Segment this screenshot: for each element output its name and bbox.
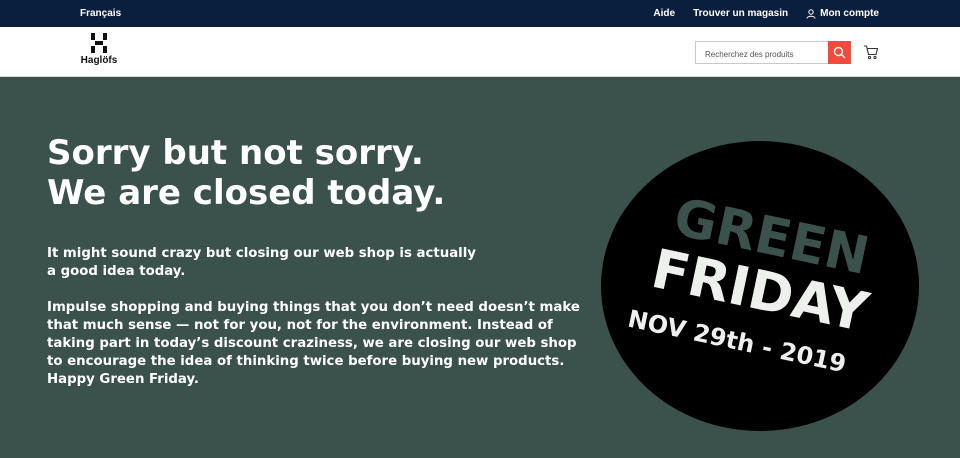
headline-line-1: Sorry but not sorry. [47, 133, 424, 173]
top-utility-bar: Français Aide Trouver un magasin Mon com… [0, 0, 960, 27]
find-store-link[interactable]: Trouver un magasin [693, 8, 788, 19]
main-header: Haglöfs [0, 27, 960, 77]
hero-headline: Sorry but not sorry. We are closed today… [47, 133, 445, 213]
headline-line-2: We are closed today. [47, 173, 446, 213]
account-link[interactable]: Mon compte [806, 8, 879, 19]
account-label: Mon compte [820, 8, 879, 19]
badge-graphic: GREEN FRIDAY NOV 29th - 2019 [625, 187, 874, 378]
haglofs-logo-icon [91, 33, 107, 53]
search-input[interactable] [696, 44, 828, 65]
cart-icon[interactable] [863, 44, 879, 60]
hero-section: Sorry but not sorry. We are closed today… [0, 77, 960, 458]
search-box [695, 41, 851, 65]
brand-logo[interactable]: Haglöfs [79, 33, 119, 66]
search-button[interactable] [828, 41, 851, 64]
hero-paragraph-2: Impulse shopping and buying things that … [47, 300, 580, 387]
top-links: Aide Trouver un magasin Mon compte [653, 8, 879, 19]
hero-paragraph-1: It might sound crazy but closing our web… [47, 246, 476, 279]
language-link[interactable]: Français [80, 8, 121, 19]
search-icon [833, 46, 846, 59]
brand-name: Haglöfs [80, 55, 118, 66]
green-friday-badge: GREEN FRIDAY NOV 29th - 2019 [601, 141, 919, 431]
help-link[interactable]: Aide [653, 8, 675, 19]
user-icon [806, 8, 816, 19]
